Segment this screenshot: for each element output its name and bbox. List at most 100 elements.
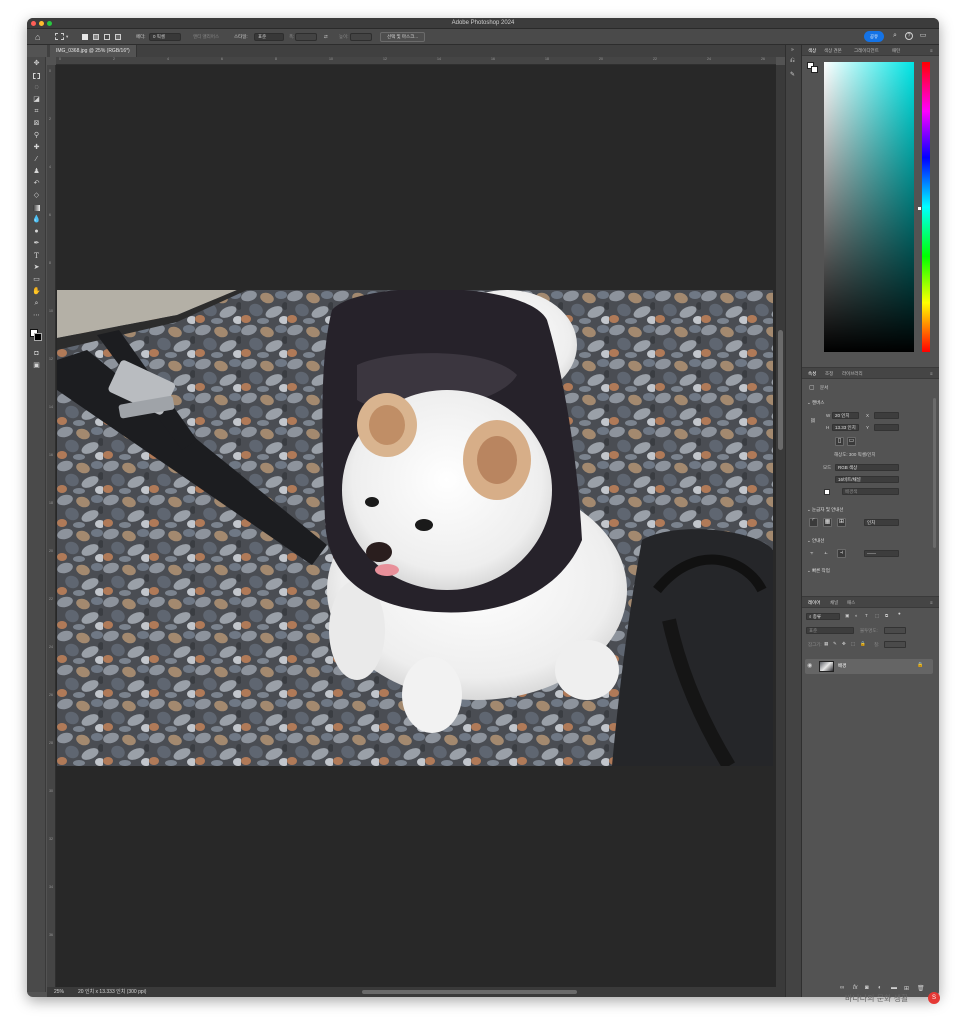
lasso-tool-icon[interactable]: ◌: [31, 83, 42, 93]
dodge-tool-icon[interactable]: ●: [31, 227, 42, 237]
object-selection-tool-icon[interactable]: ◪: [31, 95, 42, 105]
lock-all-icon[interactable]: 🔒: [860, 641, 866, 647]
width-input[interactable]: [295, 33, 317, 41]
layer-name[interactable]: 배경: [838, 663, 846, 669]
eye-icon[interactable]: ◉: [807, 662, 812, 669]
hue-slider[interactable]: [922, 62, 930, 352]
share-button[interactable]: 공유: [864, 31, 884, 42]
tab-color[interactable]: 색상: [808, 45, 816, 56]
crop-tool-icon[interactable]: ⌗: [31, 107, 42, 117]
ruler-toggle-icon[interactable]: ⌜: [809, 518, 818, 527]
swap-dimensions-icon[interactable]: ⇄: [324, 32, 328, 42]
horizontal-scroll-thumb[interactable]: [362, 990, 577, 994]
landscape-orientation-icon[interactable]: ▭: [847, 437, 856, 446]
add-mask-icon[interactable]: ◙: [865, 985, 869, 991]
brush-tool-icon[interactable]: ⁄: [31, 155, 42, 165]
tab-channels[interactable]: 채널: [830, 597, 838, 608]
canvas-section-header[interactable]: ⌄ 캔버스: [807, 400, 824, 406]
rectangular-marquee-tool-icon[interactable]: [31, 71, 42, 81]
opacity-input[interactable]: [884, 627, 906, 634]
guide-align-left-icon[interactable]: ⫟: [810, 550, 814, 557]
canvas-width-field[interactable]: 20 인치: [832, 412, 859, 419]
properties-scrollbar[interactable]: [933, 398, 936, 548]
eraser-tool-icon[interactable]: ◇: [31, 191, 42, 201]
new-group-icon[interactable]: ▬: [891, 985, 897, 991]
history-brush-tool-icon[interactable]: ↶: [31, 179, 42, 189]
filter-pixel-icon[interactable]: ▣: [845, 613, 849, 619]
collapse-icon[interactable]: »: [791, 47, 794, 53]
portrait-orientation-icon[interactable]: ▯: [835, 437, 844, 446]
intersect-selection-icon[interactable]: [115, 34, 121, 40]
hand-tool-icon[interactable]: ✋: [31, 287, 42, 297]
feather-input[interactable]: 0 픽셀: [149, 33, 181, 41]
eyedropper-tool-icon[interactable]: ⚲: [31, 131, 42, 141]
quick-actions-section-header[interactable]: ⌄ 빠른 작업: [807, 568, 830, 574]
canvas-x-field[interactable]: [874, 412, 899, 419]
height-input[interactable]: [350, 33, 372, 41]
quick-mask-icon[interactable]: ◘: [31, 349, 42, 359]
document-size-info[interactable]: 20 인치 x 13.333 인치 (300 ppi): [78, 988, 146, 996]
tab-swatches[interactable]: 색상 견본: [824, 45, 842, 56]
frame-tool-icon[interactable]: ⊠: [31, 119, 42, 129]
chevron-down-icon[interactable]: ▾: [66, 32, 68, 42]
hue-slider-marker[interactable]: [918, 207, 921, 210]
move-tool-icon[interactable]: ✥: [31, 59, 42, 69]
guide-style-select[interactable]: ——: [864, 550, 899, 557]
rulers-guides-section-header[interactable]: ⌄ 눈금자 및 안내선: [807, 507, 844, 513]
tab-libraries[interactable]: 라이브러리: [842, 368, 863, 379]
bit-depth-select[interactable]: 16비트/채널: [835, 476, 899, 483]
lock-artboard-icon[interactable]: ⬚: [851, 641, 855, 647]
new-layer-icon[interactable]: ⊞: [904, 985, 909, 992]
fill-input[interactable]: [884, 641, 906, 648]
tab-adjustments[interactable]: 조정: [825, 368, 833, 379]
comments-panel-icon[interactable]: ✎: [790, 71, 795, 78]
zoom-level[interactable]: 25%: [54, 988, 64, 996]
background-swatch[interactable]: [811, 66, 818, 73]
guides-toggle-icon[interactable]: ⊞: [837, 518, 846, 527]
tab-properties[interactable]: 속성: [808, 368, 816, 379]
canvas-height-field[interactable]: 13.33 인치: [832, 424, 859, 431]
path-selection-tool-icon[interactable]: ➤: [31, 263, 42, 273]
healing-brush-tool-icon[interactable]: ✚: [31, 143, 42, 153]
horizontal-ruler[interactable]: 0 2 4 6 8 10 12 14 16 18 20 22 24 26: [56, 57, 776, 65]
add-layer-style-icon[interactable]: fx: [853, 985, 858, 991]
color-mode-select[interactable]: RGB 색상: [835, 464, 899, 471]
layer-filter-select[interactable]: ⌕ 종류: [806, 613, 840, 620]
guides-section-header[interactable]: ⌄ 안내선: [807, 538, 824, 544]
workspace-icon[interactable]: ▭: [919, 32, 927, 40]
style-select[interactable]: 표준: [254, 33, 284, 41]
gradient-tool-icon[interactable]: [31, 203, 42, 213]
home-icon[interactable]: ⌂: [35, 32, 40, 42]
vertical-ruler[interactable]: 0 2 4 6 8 10 12 14 16 18 20 22 24 26 28 30 32 34 36: [47, 65, 56, 987]
guide-align-right-icon[interactable]: ⫞: [837, 549, 846, 558]
link-icon[interactable]: ⛓: [810, 418, 816, 424]
photo-image[interactable]: [57, 290, 773, 766]
fill-select[interactable]: 배경색: [842, 488, 899, 495]
search-icon[interactable]: ⌕: [891, 32, 899, 40]
lock-paint-icon[interactable]: ✎: [833, 641, 837, 647]
type-tool-icon[interactable]: T: [31, 251, 42, 261]
layer-row-background[interactable]: ◉ 배경 🔒: [805, 659, 933, 674]
zoom-tool-icon[interactable]: ⌕: [31, 299, 42, 309]
help-icon[interactable]: ?: [905, 32, 913, 40]
marquee-preset-icon[interactable]: [55, 33, 64, 40]
antialias-label[interactable]: 앤티 앨리어스: [193, 32, 219, 42]
rectangle-tool-icon[interactable]: ▭: [31, 275, 42, 285]
panel-menu-icon[interactable]: ≡: [930, 45, 933, 56]
select-and-mask-button[interactable]: 선택 및 마스크...: [380, 32, 425, 42]
vertical-scrollbar[interactable]: [776, 65, 785, 987]
filter-type-icon[interactable]: T: [865, 613, 868, 618]
tab-paths[interactable]: 패스: [847, 597, 855, 608]
tab-layers[interactable]: 레이어: [808, 597, 820, 608]
clone-stamp-tool-icon[interactable]: ♟: [31, 167, 42, 177]
filter-toggle-icon[interactable]: ●: [898, 611, 901, 616]
guide-align-center-icon[interactable]: ⫠: [824, 550, 828, 557]
ruler-unit-select[interactable]: 인치: [864, 519, 899, 526]
panel-menu-icon[interactable]: ≡: [930, 597, 933, 608]
more-tools-icon[interactable]: ⋯: [31, 311, 42, 321]
blur-tool-icon[interactable]: 💧: [31, 215, 42, 225]
canvas-y-field[interactable]: [874, 424, 899, 431]
delete-layer-icon[interactable]: 🗑: [917, 985, 925, 992]
lock-pixels-icon[interactable]: ▦: [824, 641, 828, 647]
tab-patterns[interactable]: 패턴: [892, 45, 900, 56]
